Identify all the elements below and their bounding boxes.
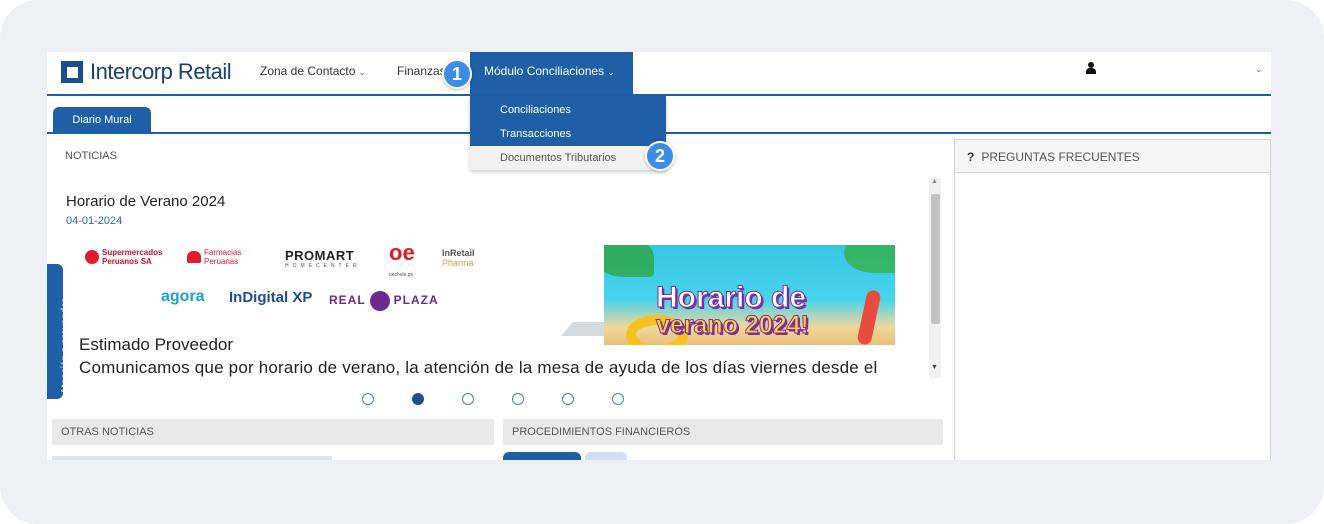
faq-panel: ? PREGUNTAS FRECUENTES [954,139,1271,460]
scroll-up-icon[interactable]: ▲ [931,178,938,185]
chevron-down-icon: ⌄ [358,67,366,77]
modulo-dropdown-menu: Conciliaciones Transacciones Documentos … [470,96,666,170]
question-icon: ? [967,150,975,164]
logo-real-plaza: REAL PLAZA [329,291,439,311]
logo-inretail-pharma: InRetail Pharma [442,248,475,268]
logo-promart: PROMART HOMECENTER [285,248,361,269]
procedimientos-tab[interactable] [585,452,627,460]
tomato-icon [85,250,99,264]
carousel-dots [362,393,624,405]
carousel-dot-active[interactable] [412,393,424,405]
news-greeting: Estimado Proveedor [79,335,234,354]
logo-mark-icon [61,61,83,83]
app-window: Intercorp Retail Zona de Contacto ⌄ Finan… [47,52,1271,460]
nav-modulo-label: Módulo Conciliaciones [484,64,605,78]
atencion-proveedor-tab[interactable]: Atención a proveedor [47,264,71,399]
nav-modulo-conciliaciones[interactable]: Módulo Conciliaciones ⌄ [470,52,633,96]
menu-item-documentos-tributarios[interactable]: Documentos Tributarios [470,146,666,170]
nav-finanzas[interactable]: Finanzas [397,64,446,78]
real-plaza-icon [369,291,390,311]
news-message: Comunicamos que por horario de verano, l… [79,358,878,377]
carousel-dot[interactable] [562,393,574,405]
nav-finanzas-label: Finanzas [397,64,446,78]
nav-zona-de-contacto[interactable]: Zona de Contacto ⌄ [260,64,366,78]
menu-item-transacciones[interactable]: Transacciones [470,122,666,146]
logo-oechsle: oe oechsle.pe [389,240,415,279]
user-menu-chevron-icon[interactable]: ⌄ [1255,64,1263,75]
faq-title: PREGUNTAS FRECUENTES [981,150,1140,164]
faq-header: ? PREGUNTAS FRECUENTES [955,140,1270,173]
step-badge-1: 1 [442,59,472,89]
nav-zona-label: Zona de Contacto [260,64,356,78]
otras-noticias-header: OTRAS NOTICIAS [52,419,494,445]
user-icon[interactable] [1085,62,1097,76]
procedimientos-tab-active[interactable] [503,452,581,460]
noticias-label: NOTICIAS [65,150,117,162]
scroll-down-icon[interactable]: ▼ [931,364,938,371]
step-badge-2: 2 [645,141,675,171]
logo-indigital-xp: InDigital XP [229,289,313,306]
news-date: 04-01-2024 [66,215,123,227]
chevron-down-icon: ⌄ [607,67,615,77]
top-navbar: Intercorp Retail Zona de Contacto ⌄ Finan… [47,52,1271,96]
logo-agora: agora [161,288,205,305]
news-title: Horario de Verano 2024 [66,193,226,210]
side-tab-label: Atención a proveedor [60,298,71,394]
banner-line1: Horario de [655,281,807,315]
carousel-dot[interactable] [462,393,474,405]
carousel-dot[interactable] [512,393,524,405]
brand-logo[interactable]: Intercorp Retail [61,59,232,85]
banner-line2: verano 2024! [656,311,810,340]
otras-noticias-preview [52,456,332,460]
procedimientos-financieros-header: PROCEDIMIENTOS FINANCIEROS [503,419,943,445]
heart-icon [187,251,201,263]
scrollbar-thumb[interactable] [931,194,940,324]
logo-farmacias-peruanas: Farmacias Peruanas [187,248,241,266]
menu-item-conciliaciones[interactable]: Conciliaciones [470,96,666,122]
horario-verano-banner: Horario de verano 2024! [604,245,895,345]
carousel-dot[interactable] [612,393,624,405]
brand-name: Intercorp Retail [90,59,232,84]
carousel-dot[interactable] [362,393,374,405]
tab-diario-mural[interactable]: Diario Mural [53,107,151,133]
logo-supermercados-peruanos: Supermercados Peruanos SA [85,248,162,266]
